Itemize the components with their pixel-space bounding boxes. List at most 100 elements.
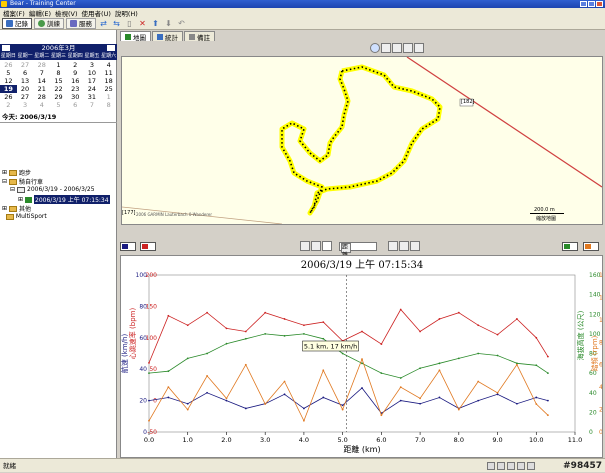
- device-receive-icon[interactable]: ⇆: [111, 18, 122, 28]
- zoom-icon[interactable]: [381, 43, 391, 53]
- series-point: [244, 363, 247, 366]
- calendar-day[interactable]: 6: [67, 101, 84, 109]
- calendar-day[interactable]: 13: [17, 77, 34, 85]
- calendar-day[interactable]: 2: [0, 101, 17, 109]
- right-axis-color-picker[interactable]: [562, 242, 578, 251]
- calendar-day[interactable]: 7: [33, 69, 50, 77]
- calendar-day[interactable]: 20: [17, 85, 34, 93]
- calendar-day[interactable]: 1: [100, 93, 117, 101]
- calendar-day[interactable]: 29: [50, 93, 67, 101]
- chart-mode-icon[interactable]: [311, 241, 321, 251]
- undo-icon[interactable]: ↶: [176, 18, 187, 28]
- weekday-label: 星期一: [17, 53, 33, 59]
- calendar-day[interactable]: 31: [84, 93, 101, 101]
- zoom-in-icon[interactable]: [388, 241, 398, 251]
- calendar-day[interactable]: 4: [100, 61, 117, 69]
- tree-multisport[interactable]: MultiSport: [2, 213, 47, 220]
- tab-stats[interactable]: 統計: [152, 31, 183, 42]
- next-month-button[interactable]: [107, 45, 115, 51]
- calendar-header: 2006年3月: [0, 44, 117, 52]
- calendar-day[interactable]: 17: [84, 77, 101, 85]
- zoom-in-icon[interactable]: [392, 43, 402, 53]
- calendar-day[interactable]: 3: [17, 101, 34, 109]
- zoom-fit-icon[interactable]: [410, 241, 420, 251]
- new-icon[interactable]: ▯: [124, 18, 135, 28]
- calendar-day[interactable]: 27: [17, 61, 34, 69]
- calendar-day[interactable]: 7: [84, 101, 101, 109]
- today-label[interactable]: 今天: 2006/3/19: [2, 111, 56, 121]
- menu-edit[interactable]: 編輯(E): [29, 8, 51, 18]
- calendar-day[interactable]: 26: [0, 93, 17, 101]
- right-axis2-color-picker[interactable]: [583, 242, 599, 251]
- tab-notes[interactable]: 備註: [184, 31, 215, 42]
- menu-user[interactable]: 使用者(U): [82, 8, 111, 18]
- tree-week[interactable]: ⊟ 2006/3/19 - 2006/3/25: [10, 186, 95, 193]
- x-axis-select[interactable]: 距離 ▾: [339, 241, 377, 260]
- calendar-day[interactable]: 2: [67, 61, 84, 69]
- calendar-day[interactable]: 16: [67, 77, 84, 85]
- calendar-day[interactable]: 14: [33, 77, 50, 85]
- calendar-day[interactable]: 10: [84, 69, 101, 77]
- calendar-day[interactable]: 24: [84, 85, 101, 93]
- calendar-day[interactable]: 27: [17, 93, 34, 101]
- minimize-button[interactable]: [580, 1, 587, 7]
- export-icon[interactable]: ⬇: [163, 18, 174, 28]
- calendar-day[interactable]: 8: [50, 69, 67, 77]
- calendar-day[interactable]: 12: [0, 77, 17, 85]
- series-point: [516, 402, 518, 405]
- tree-other[interactable]: ⊞ 其他: [2, 204, 31, 213]
- calendar-day[interactable]: 6: [17, 69, 34, 77]
- zoom-out-icon[interactable]: [403, 43, 413, 53]
- journal-button[interactable]: 記錄: [2, 17, 32, 29]
- data-chart[interactable]: 2006/3/19 上午 07:15:34 0.0 1.0 2.0 3.0 4.0 5.0 6…: [120, 255, 603, 458]
- menu-help[interactable]: 說明(H): [115, 8, 138, 18]
- series-point: [264, 403, 267, 405]
- weekday-label: 星期四: [67, 53, 83, 59]
- tab-map[interactable]: 地圖: [120, 31, 151, 42]
- close-button[interactable]: [596, 1, 603, 7]
- chart-mode-icon[interactable]: [300, 241, 310, 251]
- route-map[interactable]: [182] [177] 2006 GARMIN Lauterbach 0-Wan…: [121, 56, 603, 225]
- tree-bike[interactable]: ⊟ 騎自行車: [2, 177, 43, 186]
- weekday-label: 星期日: [0, 53, 16, 59]
- device-send-icon[interactable]: ⇄: [98, 18, 109, 28]
- import-icon[interactable]: ⬆: [150, 18, 161, 28]
- calendar-day[interactable]: 28: [33, 93, 50, 101]
- pan-icon[interactable]: [370, 43, 380, 53]
- calendar-day[interactable]: 5: [0, 69, 17, 77]
- calendar-day[interactable]: 21: [33, 85, 50, 93]
- calendar-day[interactable]: 18: [100, 77, 117, 85]
- calendar-day[interactable]: 5: [50, 101, 67, 109]
- calendar-day[interactable]: 9: [67, 69, 84, 77]
- services-button[interactable]: 服務: [66, 17, 96, 29]
- calendar-day[interactable]: 1: [50, 61, 67, 69]
- training-button[interactable]: 訓練: [34, 17, 64, 29]
- left-axis2-color-picker[interactable]: [140, 242, 156, 251]
- chart-line-icon[interactable]: [322, 241, 332, 251]
- delete-icon[interactable]: ✕: [137, 18, 148, 28]
- prev-month-button[interactable]: [2, 45, 10, 51]
- menu-file[interactable]: 檔案(F): [3, 8, 25, 18]
- calendar-day[interactable]: 11: [100, 69, 117, 77]
- left-axis-color-picker[interactable]: [120, 242, 136, 251]
- calendar-day[interactable]: 28: [33, 61, 50, 69]
- calendar-day[interactable]: 19: [0, 85, 17, 93]
- calendar-day[interactable]: 15: [50, 77, 67, 85]
- calendar-day[interactable]: 3: [84, 61, 101, 69]
- calendar-day[interactable]: 4: [33, 101, 50, 109]
- series-point: [477, 324, 480, 327]
- series-point: [283, 393, 286, 396]
- calendar-day[interactable]: 30: [67, 93, 84, 101]
- series-point: [186, 357, 189, 360]
- calendar-day[interactable]: 26: [0, 61, 17, 69]
- menu-view[interactable]: 檢視(V): [55, 8, 78, 18]
- calendar-day[interactable]: 8: [100, 101, 117, 109]
- calendar-day[interactable]: 23: [67, 85, 84, 93]
- calendar-day[interactable]: 25: [100, 85, 117, 93]
- calendar-day[interactable]: 22: [50, 85, 67, 93]
- zoom-fit-icon[interactable]: [414, 43, 424, 53]
- tree-activity[interactable]: ⊞ 2006/3/19 上午 07:15:34: [18, 195, 110, 204]
- maximize-button[interactable]: [588, 1, 595, 7]
- tree-run[interactable]: ⊞ 跑步: [2, 168, 31, 177]
- zoom-out-icon[interactable]: [399, 241, 409, 251]
